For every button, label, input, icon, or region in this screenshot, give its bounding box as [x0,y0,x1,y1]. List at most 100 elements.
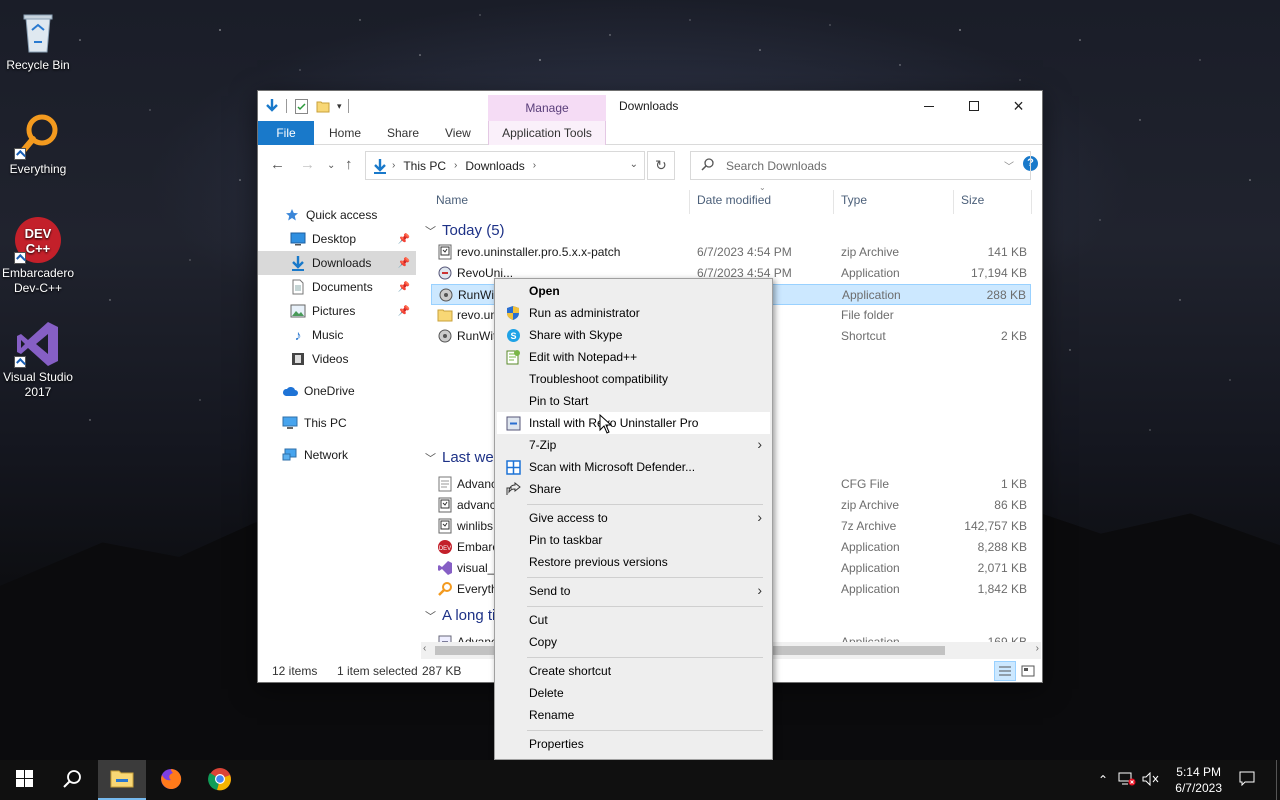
tab-share[interactable]: Share [374,121,432,145]
menu-item-pin-to-start[interactable]: Pin to Start [497,390,770,412]
nav-item-desktop[interactable]: Desktop 📌 [258,227,416,251]
column-header-size[interactable]: Size [961,186,984,214]
search-button[interactable] [48,760,96,800]
menu-item-properties[interactable]: Properties [497,733,770,755]
nav-item-pictures[interactable]: Pictures 📌 [258,299,416,323]
menu-item-send-to[interactable]: Send to › [497,580,770,602]
group-header-long-time-ago[interactable]: ﹀ A long ti [425,607,495,624]
scroll-right-icon[interactable]: › [1036,643,1039,654]
breadcrumb-this-pc[interactable]: This PC [403,159,446,173]
menu-item-install-with-revo-uninstaller[interactable]: Install with Revo Uninstaller Pro [497,412,770,434]
menu-item-label: Scan with Microsoft Defender... [529,460,696,474]
menu-item-delete[interactable]: Delete [497,682,770,704]
menu-item-restore-previous-versions[interactable]: Restore previous versions [497,551,770,573]
pin-icon[interactable]: 📌 [398,282,410,293]
file-size: 86 KB [994,498,1027,512]
network-status-button[interactable] [1116,760,1138,800]
taskbar-firefox[interactable] [147,760,195,800]
desktop-icon-everything[interactable]: Everything [0,112,76,177]
maximize-button[interactable] [951,91,996,121]
file-type: Application [841,266,900,280]
taskbar-chrome[interactable] [196,760,244,800]
menu-item-troubleshoot-compatibility[interactable]: Troubleshoot compatibility [497,368,770,390]
column-divider[interactable] [689,190,690,214]
file-name: winlibs [457,519,494,533]
menu-item-open[interactable]: Open [497,280,770,302]
menu-item-rename[interactable]: Rename [497,704,770,726]
tab-manage[interactable]: Manage [488,95,606,122]
new-folder-icon[interactable] [315,98,331,114]
start-button[interactable] [0,760,48,800]
show-desktop-button[interactable] [1276,760,1280,800]
file-type: zip Archive [841,245,900,259]
menu-item-run-as-administrator[interactable]: Run as administrator [497,302,770,324]
action-center-button[interactable] [1232,760,1262,800]
navigation-bar: ← → ⌄ ↑ › This PC › Downloads › ⌄ ↻ [258,146,1042,186]
tab-view[interactable]: View [432,121,484,145]
minimize-button[interactable] [906,91,951,121]
address-bar[interactable]: › This PC › Downloads › ⌄ [365,151,645,180]
menu-item-give-access-to[interactable]: Give access to › [497,507,770,529]
scroll-left-icon[interactable]: ‹ [423,643,426,654]
folder-icon [437,307,453,323]
menu-item-scan-with-defender[interactable]: Scan with Microsoft Defender... [497,456,770,478]
column-header-type[interactable]: Type [841,186,867,214]
tab-home[interactable]: Home [316,121,374,145]
close-button[interactable]: × [996,91,1041,121]
column-divider[interactable] [953,190,954,214]
column-header-name[interactable]: Name [436,186,468,214]
menu-item-share-with-skype[interactable]: S Share with Skype [497,324,770,346]
menu-item-share[interactable]: Share [497,478,770,500]
zip-file-icon [437,244,453,260]
nav-quick-access[interactable]: Quick access [258,203,416,227]
menu-item-7-zip[interactable]: 7-Zip › [497,434,770,456]
menu-item-edit-with-notepad-plus-plus[interactable]: Edit with Notepad++ [497,346,770,368]
desktop-icon-visual-studio[interactable]: Visual Studio 2017 [0,320,76,400]
forward-button[interactable]: → [300,156,315,173]
svg-text:S: S [510,331,516,341]
up-button[interactable]: ↑ [345,156,353,173]
back-button[interactable]: ← [270,156,285,173]
menu-item-cut[interactable]: Cut [497,609,770,631]
pin-icon[interactable]: 📌 [398,234,410,245]
pin-icon[interactable]: 📌 [398,258,410,269]
desktop-icon-recycle-bin[interactable]: Recycle Bin [0,8,76,73]
nav-item-videos[interactable]: Videos [258,347,416,371]
search-input[interactable] [724,157,1004,174]
file-size: 17,194 KB [970,266,1027,280]
taskbar-file-explorer[interactable] [98,760,146,800]
nav-onedrive[interactable]: OneDrive [258,379,416,403]
search-box[interactable] [690,151,1031,180]
tab-file[interactable]: File [258,121,314,145]
address-dropdown-icon[interactable]: ⌄ [630,159,638,170]
desktop-icon-devcpp[interactable]: DEV C++ Embarcadero Dev-C++ [0,216,76,296]
nav-item-documents[interactable]: Documents 📌 [258,275,416,299]
show-hidden-icons-button[interactable]: ⌃ [1092,760,1114,800]
system-clock[interactable]: 5:14 PM 6/7/2023 [1175,764,1222,796]
recent-locations-icon[interactable]: ⌄ [327,160,335,171]
large-icons-view-button[interactable] [1017,661,1039,681]
menu-item-create-shortcut[interactable]: Create shortcut [497,660,770,682]
file-date: 6/7/2023 4:54 PM [697,245,792,259]
group-header-last-week[interactable]: ﹀ Last wee [425,449,502,466]
nav-item-music[interactable]: ♪ Music [258,323,416,347]
properties-icon[interactable] [293,98,309,114]
details-view-button[interactable] [994,661,1016,681]
pin-icon[interactable]: 📌 [398,306,410,317]
menu-item-pin-to-taskbar[interactable]: Pin to taskbar [497,529,770,551]
tab-application-tools[interactable]: Application Tools [488,121,606,145]
column-divider[interactable] [1031,190,1032,214]
file-row[interactable]: revo.uninstaller.pro.5.x.x-patch 6/7/202… [431,242,1031,263]
large-icons-view-icon [1021,665,1035,680]
file-name: RunWit [458,288,498,302]
breadcrumb-downloads[interactable]: Downloads [465,159,524,173]
menu-item-copy[interactable]: Copy [497,631,770,653]
nav-item-downloads[interactable]: Downloads 📌 [258,251,416,275]
nav-network[interactable]: Network [258,443,416,467]
refresh-button[interactable]: ↻ [647,151,675,180]
nav-this-pc[interactable]: This PC [258,411,416,435]
group-header-today[interactable]: ﹀ Today (5) [425,222,505,239]
customize-toolbar-icon[interactable]: ▾ [337,101,342,112]
volume-button[interactable] [1140,760,1162,800]
column-divider[interactable] [833,190,834,214]
